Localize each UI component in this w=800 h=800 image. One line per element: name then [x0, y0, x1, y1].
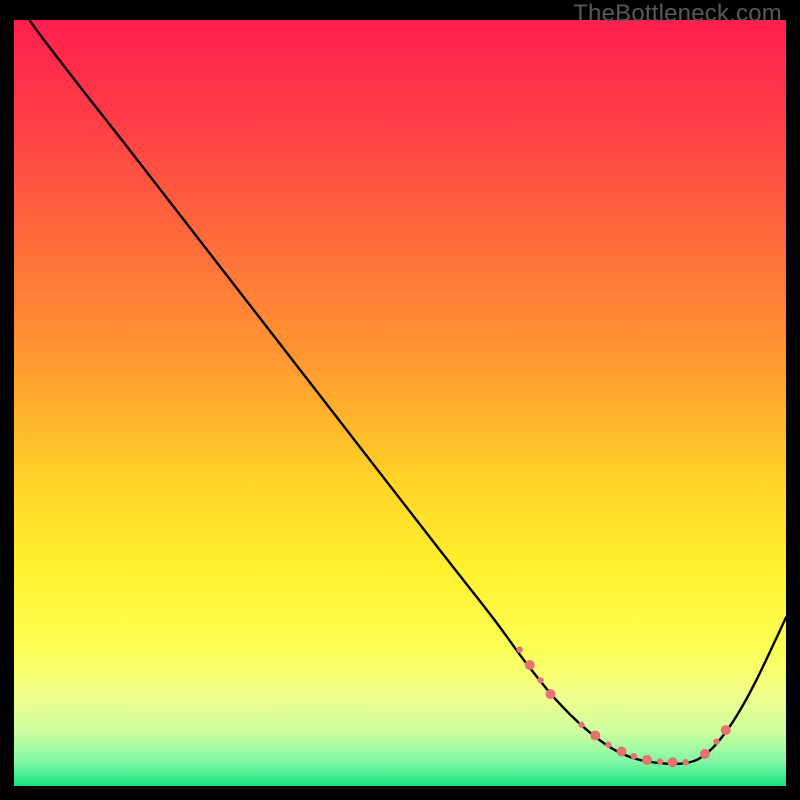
highlight-dot [721, 725, 731, 735]
highlight-dot [546, 689, 556, 699]
bottleneck-chart [14, 20, 786, 786]
highlight-dot [578, 722, 584, 728]
highlight-dot [668, 757, 678, 767]
highlight-dot [617, 747, 627, 757]
highlight-dot [657, 758, 663, 764]
highlight-dot [590, 730, 600, 740]
gradient-background [14, 20, 786, 786]
highlight-dot [605, 741, 611, 747]
highlight-dot [682, 759, 688, 765]
highlight-dot [516, 646, 522, 652]
highlight-dot [631, 753, 637, 759]
highlight-dot [700, 749, 710, 759]
watermark-text: TheBottleneck.com [573, 0, 782, 28]
highlight-dot [713, 738, 719, 744]
highlight-dot [642, 755, 652, 765]
highlight-dot [537, 677, 543, 683]
highlight-dot [525, 660, 535, 670]
